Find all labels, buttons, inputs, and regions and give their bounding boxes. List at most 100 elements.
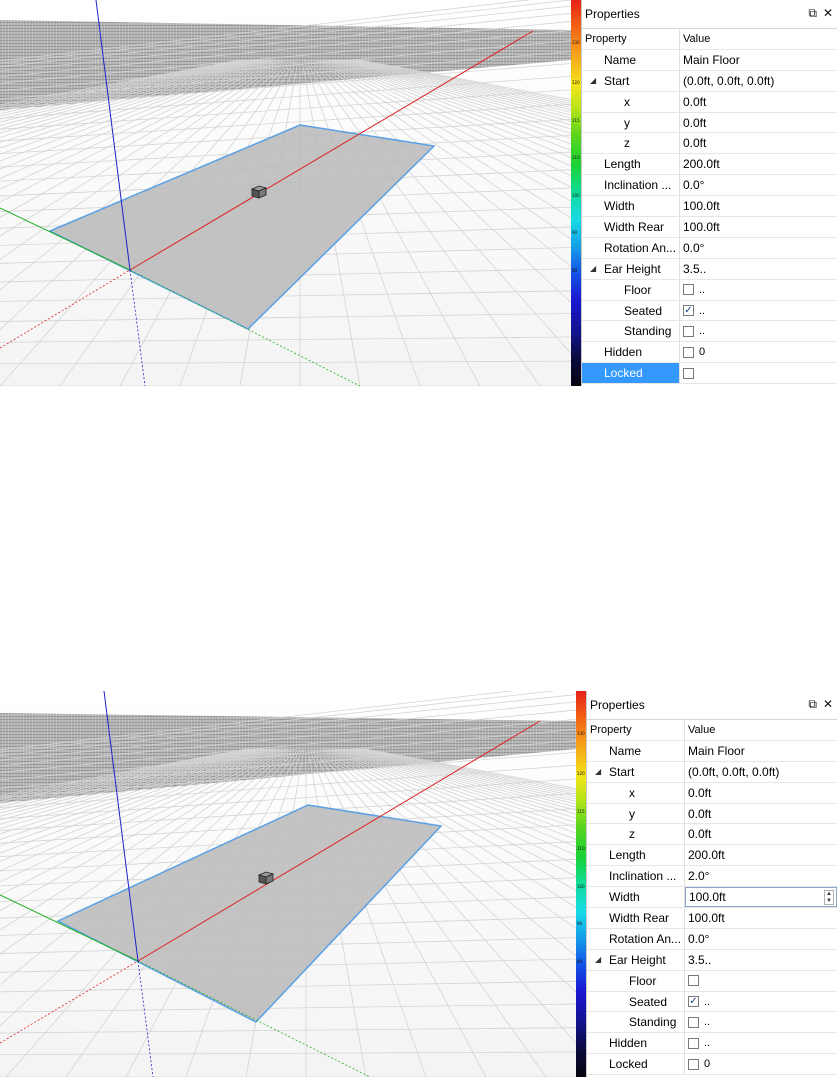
- property-row-name[interactable]: Name Main Floor: [582, 49, 837, 71]
- property-value-cell[interactable]: ✓..: [680, 301, 837, 321]
- restore-icon[interactable]: ⧉: [808, 6, 817, 20]
- property-name-cell[interactable]: Length: [587, 845, 685, 866]
- property-row-name[interactable]: Name Main Floor: [587, 740, 837, 762]
- property-name-cell[interactable]: Floor: [587, 970, 685, 991]
- property-value-cell[interactable]: ..: [685, 1033, 837, 1053]
- property-name-cell[interactable]: Hidden: [587, 1033, 685, 1054]
- triangle-expander-icon[interactable]: ◢: [595, 767, 607, 776]
- property-value-cell[interactable]: 100.0ft ▲ ▼: [685, 887, 837, 908]
- property-value-cell[interactable]: ..: [680, 321, 837, 341]
- property-value-cell[interactable]: Main Floor: [685, 741, 837, 761]
- checkbox-icon[interactable]: ✓: [688, 996, 699, 1008]
- speaker-cube[interactable]: [250, 185, 268, 199]
- close-icon[interactable]: ✕: [823, 6, 833, 20]
- property-row-width-rear[interactable]: Width Rear 100.0ft: [582, 217, 837, 238]
- property-name-cell[interactable]: Seated: [582, 300, 680, 321]
- checkbox-icon[interactable]: [683, 284, 694, 296]
- property-row-width[interactable]: Width 100.0ft ▲ ▼: [587, 887, 837, 909]
- property-name-cell[interactable]: y: [587, 803, 685, 824]
- property-name-cell[interactable]: Locked: [582, 363, 680, 384]
- property-name-cell[interactable]: Name: [582, 49, 680, 70]
- property-value-cell[interactable]: [680, 363, 837, 383]
- triangle-expander-icon[interactable]: ◢: [590, 76, 602, 85]
- property-value-cell[interactable]: ..: [685, 1012, 837, 1032]
- triangle-expander-icon[interactable]: ◢: [595, 955, 607, 964]
- property-name-cell[interactable]: Seated: [587, 991, 685, 1012]
- property-value-cell[interactable]: 0.0ft: [685, 783, 837, 803]
- property-name-cell[interactable]: ◢ Start: [582, 70, 680, 91]
- property-value-cell[interactable]: 200.0ft: [680, 154, 837, 174]
- checkbox-icon[interactable]: [688, 1037, 699, 1049]
- checkbox-icon[interactable]: [683, 325, 694, 337]
- property-row-ear-height[interactable]: ◢ Ear Height 3.5..: [582, 258, 837, 280]
- property-value-cell[interactable]: 0: [680, 342, 837, 362]
- property-value-cell[interactable]: 2.0°: [685, 866, 837, 886]
- property-row-ear-height[interactable]: ◢ Ear Height 3.5..: [587, 949, 837, 971]
- property-value-cell[interactable]: ..: [680, 280, 837, 300]
- property-row-start[interactable]: ◢ Start (0.0ft, 0.0ft, 0.0ft): [587, 761, 837, 783]
- property-name-cell[interactable]: y: [582, 112, 680, 133]
- property-value-cell[interactable]: 0: [685, 1054, 837, 1074]
- property-value-cell[interactable]: (0.0ft, 0.0ft, 0.0ft): [680, 71, 837, 91]
- property-value-cell[interactable]: 100.0ft: [680, 196, 837, 216]
- property-name-cell[interactable]: ◢ Ear Height: [587, 949, 685, 970]
- triangle-expander-icon[interactable]: ◢: [590, 264, 602, 273]
- checkbox-icon[interactable]: [688, 1016, 699, 1028]
- property-row-start[interactable]: ◢ Start (0.0ft, 0.0ft, 0.0ft): [582, 70, 837, 92]
- property-row-standing[interactable]: Standing..: [582, 321, 837, 343]
- property-value-cell[interactable]: 3.5..: [685, 950, 837, 970]
- column-header-property[interactable]: Property: [582, 29, 680, 49]
- property-row-locked[interactable]: Locked: [582, 363, 837, 385]
- close-icon[interactable]: ✕: [823, 697, 833, 711]
- property-row-floor[interactable]: Floor: [587, 970, 837, 992]
- property-value[interactable]: 100.0ft: [689, 890, 726, 904]
- property-row-rotation-an[interactable]: Rotation An... 0.0°: [582, 237, 837, 259]
- column-header-value[interactable]: Value: [685, 720, 837, 740]
- property-value-cell[interactable]: 0.0°: [680, 238, 837, 258]
- property-name-cell[interactable]: ◢ Start: [587, 761, 685, 782]
- property-value-cell[interactable]: 200.0ft: [685, 845, 837, 865]
- property-name-cell[interactable]: Standing: [587, 1012, 685, 1033]
- property-row-inclination[interactable]: Inclination ... 0.0°: [582, 175, 837, 197]
- property-name-cell[interactable]: Hidden: [582, 342, 680, 363]
- checkbox-icon[interactable]: [688, 1058, 699, 1070]
- property-name-cell[interactable]: z: [587, 824, 685, 845]
- restore-icon[interactable]: ⧉: [808, 697, 817, 711]
- property-value-cell[interactable]: ✓..: [685, 992, 837, 1012]
- checkbox-icon[interactable]: [683, 346, 694, 358]
- property-name-cell[interactable]: Floor: [582, 279, 680, 300]
- property-name-cell[interactable]: Length: [582, 154, 680, 175]
- property-row-seated[interactable]: Seated ✓..: [587, 991, 837, 1013]
- 3d-viewport[interactable]: [0, 691, 576, 1077]
- property-name-cell[interactable]: Rotation An...: [582, 237, 680, 258]
- property-value-cell[interactable]: 100.0ft: [680, 217, 837, 237]
- property-row-length[interactable]: Length 200.0ft: [587, 845, 837, 867]
- property-value-cell[interactable]: 0.0ft: [680, 113, 837, 133]
- property-value-cell[interactable]: 0.0ft: [685, 824, 837, 844]
- property-name-cell[interactable]: ◢ Ear Height: [582, 258, 680, 279]
- property-value-cell[interactable]: 0.0ft: [680, 133, 837, 153]
- 3d-viewport[interactable]: [0, 0, 571, 386]
- spinner-arrows-icon[interactable]: ▲ ▼: [824, 890, 834, 906]
- property-value-cell[interactable]: [685, 971, 837, 991]
- property-row-locked[interactable]: Locked 0: [587, 1054, 837, 1076]
- column-header-value[interactable]: Value: [680, 29, 837, 49]
- property-row-length[interactable]: Length 200.0ft: [582, 154, 837, 176]
- property-row-y[interactable]: y 0.0ft: [582, 112, 837, 134]
- property-name-cell[interactable]: x: [582, 91, 680, 112]
- property-row-floor[interactable]: Floor..: [582, 279, 837, 301]
- property-name-cell[interactable]: Inclination ...: [582, 175, 680, 196]
- property-value-cell[interactable]: 3.5..: [680, 259, 837, 279]
- property-row-y[interactable]: y 0.0ft: [587, 803, 837, 825]
- property-name-cell[interactable]: Rotation An...: [587, 928, 685, 949]
- property-name-cell[interactable]: Width Rear: [582, 217, 680, 237]
- property-name-cell[interactable]: Width: [587, 887, 685, 908]
- property-row-width-rear[interactable]: Width Rear 100.0ft: [587, 908, 837, 929]
- property-name-cell[interactable]: Standing: [582, 321, 680, 342]
- property-row-standing[interactable]: Standing..: [587, 1012, 837, 1034]
- column-header-property[interactable]: Property: [587, 720, 685, 740]
- property-value-cell[interactable]: 0.0°: [685, 929, 837, 949]
- property-row-seated[interactable]: Seated ✓..: [582, 300, 837, 322]
- property-name-cell[interactable]: Width: [582, 196, 680, 217]
- property-row-width[interactable]: Width 100.0ft: [582, 196, 837, 218]
